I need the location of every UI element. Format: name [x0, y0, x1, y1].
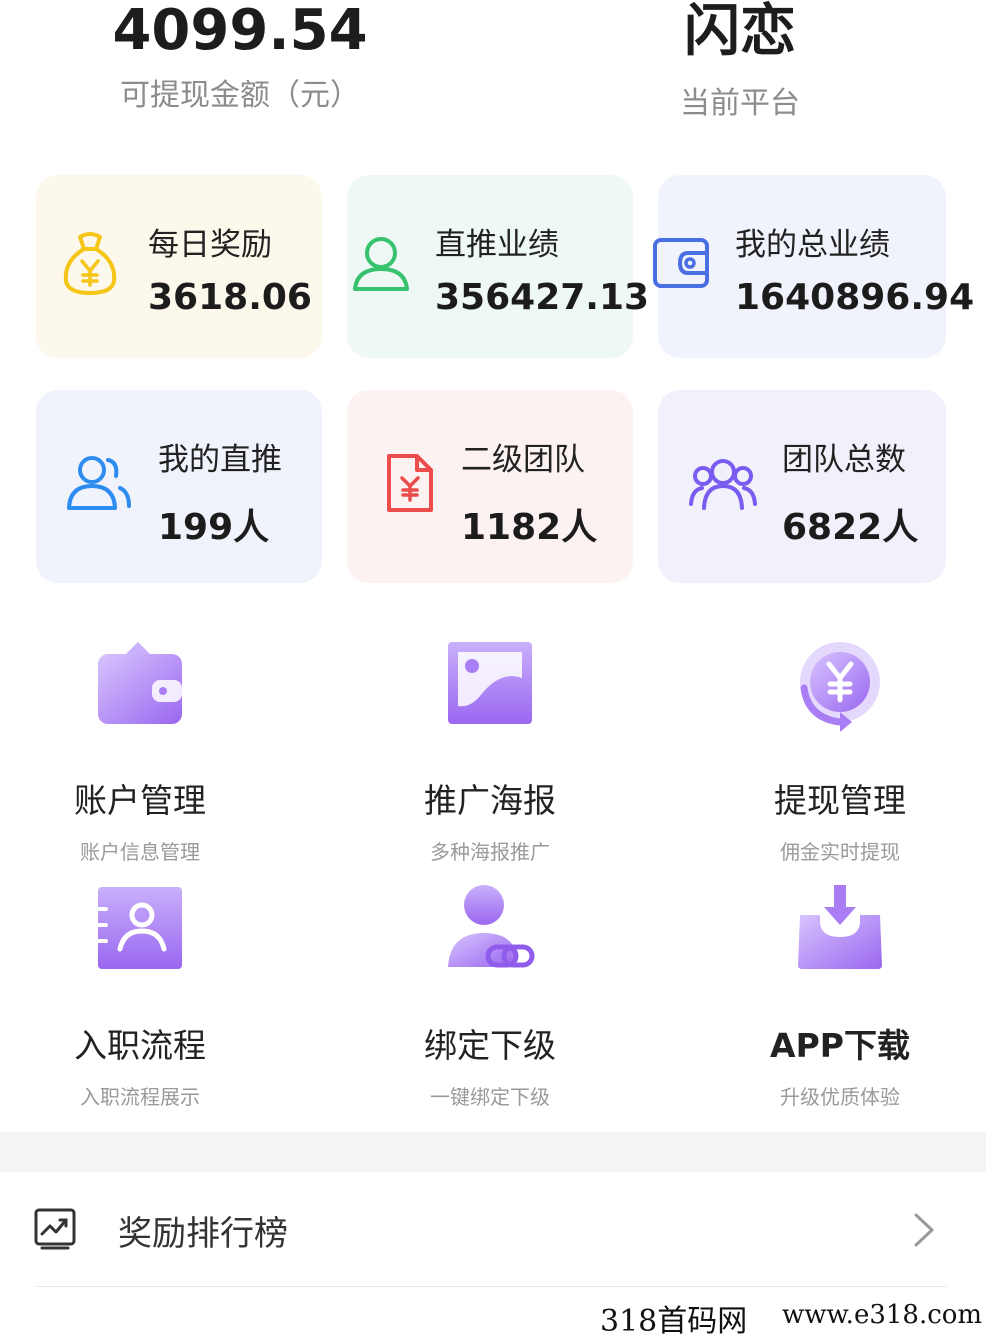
- download-tray-icon: [790, 885, 890, 985]
- users-pair-icon: [66, 454, 132, 516]
- card-value: 1640896.94: [735, 277, 975, 318]
- user-outline-icon: [351, 235, 411, 297]
- card-total-performance[interactable]: 我的总业绩 1640896.94: [653, 175, 974, 358]
- yuan-coin-refresh-icon: [790, 640, 890, 740]
- card-second-level-team[interactable]: 二级团队 1182人: [347, 390, 633, 583]
- feature-promo-poster[interactable]: 推广海报 多种海报推广: [340, 640, 640, 865]
- balance-value: 4099.54: [112, 0, 368, 63]
- chevron-right-icon: [912, 1212, 936, 1252]
- card-value: 199人: [158, 507, 270, 548]
- card-value: 3618.06: [148, 277, 312, 318]
- money-bag-icon: [60, 231, 120, 301]
- feature-title: 绑定下级: [424, 1026, 556, 1065]
- row-divider: [36, 1286, 946, 1287]
- card-label: 我的直推: [158, 442, 282, 478]
- card-team-total[interactable]: 团队总数 6822人: [658, 390, 946, 583]
- wallet-icon: [652, 235, 710, 295]
- yuan-document-icon: [385, 452, 435, 518]
- feature-onboarding-process[interactable]: 入职流程 入职流程展示: [0, 885, 290, 1110]
- feature-subtitle: 入职流程展示: [80, 1085, 200, 1109]
- id-card-icon: [90, 885, 190, 985]
- feature-subtitle: 佣金实时提现: [780, 840, 900, 864]
- feature-subtitle: 一键绑定下级: [430, 1085, 550, 1109]
- poster-image-icon: [440, 640, 540, 740]
- platform-label: 当前平台: [680, 86, 800, 121]
- card-label: 每日奖励: [148, 227, 272, 263]
- feature-subtitle: 多种海报推广: [430, 840, 550, 864]
- watermark-left: 318首码网: [600, 1304, 748, 1339]
- balance-label: 可提现金额（元）: [120, 78, 360, 113]
- team-group-icon: [688, 458, 758, 514]
- feature-account-management[interactable]: 账户管理 账户信息管理: [0, 640, 290, 865]
- reward-ranking-row[interactable]: 奖励排行榜: [0, 1172, 986, 1286]
- feature-title: 账户管理: [74, 781, 206, 820]
- feature-title: 入职流程: [74, 1026, 206, 1065]
- card-value: 6822人: [782, 507, 919, 548]
- feature-bind-subordinate[interactable]: 绑定下级 一键绑定下级: [340, 885, 640, 1110]
- chart-trend-icon: [34, 1208, 76, 1254]
- platform-value: 闪恋: [684, 0, 796, 64]
- user-link-icon: [440, 885, 540, 985]
- feature-withdraw-management[interactable]: 提现管理 佣金实时提现: [690, 640, 986, 865]
- card-value: 1182人: [461, 507, 598, 548]
- feature-title: 推广海报: [424, 781, 556, 820]
- card-label: 团队总数: [782, 442, 906, 478]
- card-daily-reward[interactable]: 每日奖励 3618.06: [36, 175, 322, 358]
- reward-ranking-label: 奖励排行榜: [118, 1214, 288, 1254]
- card-label: 我的总业绩: [735, 227, 890, 263]
- feature-app-download[interactable]: APP下载 升级优质体验: [690, 885, 986, 1110]
- card-label: 二级团队: [461, 442, 585, 478]
- feature-title: APP下载: [770, 1026, 910, 1065]
- card-direct-performance[interactable]: 直推业绩 356427.13: [347, 175, 649, 358]
- feature-subtitle: 账户信息管理: [80, 840, 200, 864]
- purse-icon: [90, 640, 190, 740]
- card-my-direct[interactable]: 我的直推 199人: [36, 390, 322, 583]
- card-value: 356427.13: [435, 277, 650, 318]
- watermark-right: www.e318.com: [782, 1300, 983, 1330]
- feature-subtitle: 升级优质体验: [780, 1085, 900, 1109]
- section-divider: [0, 1132, 986, 1172]
- feature-title: 提现管理: [774, 781, 906, 820]
- card-label: 直推业绩: [435, 227, 559, 263]
